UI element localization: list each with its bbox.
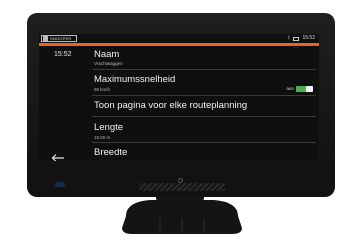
power-led — [55, 182, 65, 187]
setting-naam-title: Naam — [94, 49, 120, 60]
setting-lengte-title: Lengte — [94, 122, 124, 133]
setting-lengte-value: 18.00 m — [94, 135, 111, 140]
brand-logo: SNOOPER — [41, 35, 77, 42]
toggle-knob — [306, 86, 313, 92]
status-time: 15:52 — [302, 35, 315, 41]
speaker-grill — [139, 183, 225, 191]
max-speed-toggle[interactable] — [296, 86, 313, 92]
device-stand-base — [122, 200, 242, 234]
setting-breedte-title: Breedte — [94, 147, 128, 158]
status-bar: SNOOPER ᛒ 15:52 — [39, 34, 319, 43]
setting-max-speed-value: 90 km/h — [94, 87, 111, 92]
brand-mark-icon — [43, 36, 48, 41]
back-button[interactable] — [51, 150, 65, 161]
side-clock: 15:52 — [54, 51, 72, 58]
toggle-state-label: aan — [286, 86, 294, 91]
arrow-left-icon — [51, 154, 64, 161]
bluetooth-icon: ᛒ — [287, 35, 291, 41]
battery-icon — [293, 36, 300, 41]
status-icons: ᛒ 15:52 — [287, 35, 315, 42]
page: SNOOPER ᛒ 15:52 15:52 Naam Vrachtwaggen … — [0, 0, 360, 240]
setting-show-page[interactable]: Toon pagina voor elke routeplanning — [92, 96, 316, 117]
setting-lengte[interactable]: Lengte 18.00 m — [92, 117, 316, 143]
setting-max-speed[interactable]: Maximumssnelheid 90 km/h aan — [92, 70, 316, 96]
setting-naam-value: Vrachtwaggen — [94, 61, 123, 66]
setting-breedte[interactable]: Breedte — [92, 143, 316, 161]
device-screen: SNOOPER ᛒ 15:52 15:52 Naam Vrachtwaggen … — [39, 34, 319, 161]
setting-max-speed-title: Maximumssnelheid — [94, 74, 176, 85]
setting-show-page-title: Toon pagina voor elke routeplanning — [94, 100, 248, 111]
brand-text: SNOOPER — [50, 36, 72, 41]
setting-naam[interactable]: Naam Vrachtwaggen — [92, 46, 316, 70]
